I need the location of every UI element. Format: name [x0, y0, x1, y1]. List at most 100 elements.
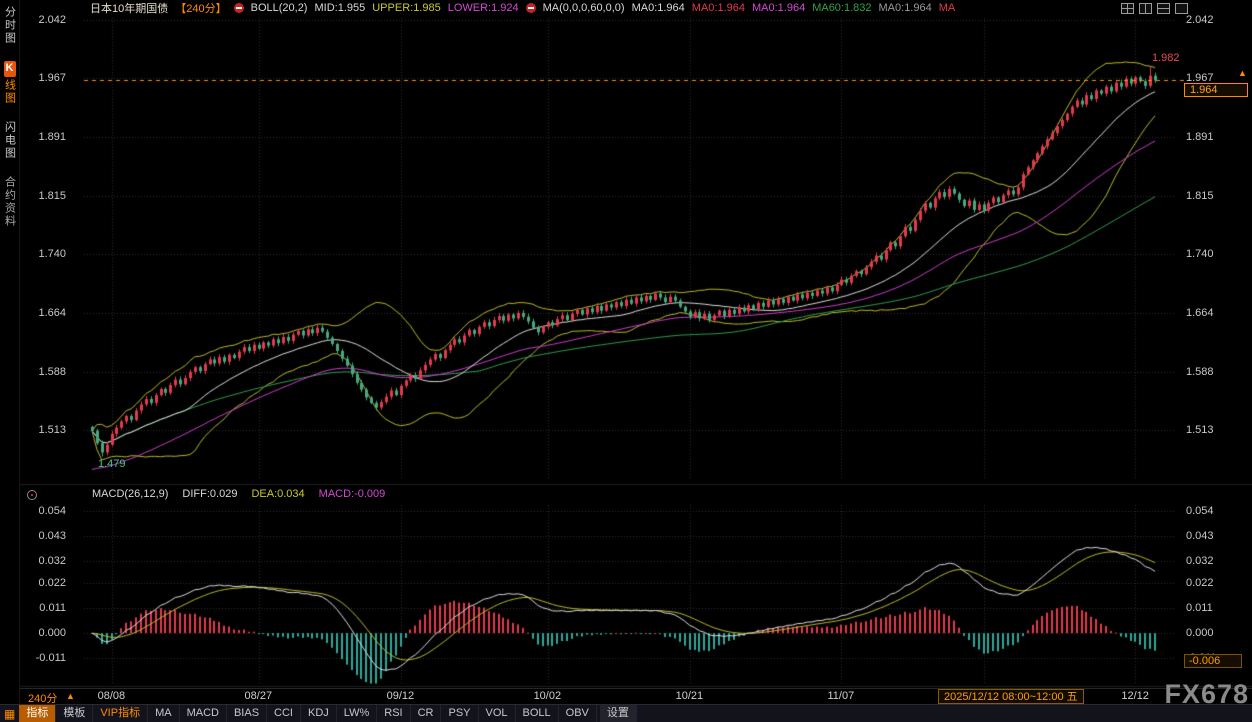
macd-tick-label: 0.032	[1186, 555, 1214, 567]
candlestick-macd-chart[interactable]	[20, 16, 1252, 688]
period-badge[interactable]: 【240分】	[175, 0, 226, 16]
macd-pane-menu-icon[interactable]	[27, 490, 37, 500]
price-tick-label: 1.967	[28, 72, 66, 84]
period-up-arrow-icon: ▲	[66, 691, 75, 701]
x-axis-date-label: 10/02	[534, 690, 562, 702]
price-tick-label: 1.664	[28, 307, 66, 319]
tab-cr[interactable]: CR	[411, 705, 442, 722]
period-selector[interactable]: 240分	[28, 690, 57, 706]
boll-lower-value: LOWER:1.924	[448, 2, 519, 14]
macd-tick-label: 0.032	[28, 555, 66, 567]
ma-value: MA0:1.964	[692, 2, 745, 14]
chart-type-sidebar: 分时图 K 线图 闪电图 合约资料	[0, 0, 20, 704]
ma-value: MA0:1.964	[752, 2, 805, 14]
macd-params-label: MACD(26,12,9)	[92, 488, 168, 500]
time-axis-bar: 240分 ▲ 08/08 08/27 09/12 10/02 10/21 11/07 12/…	[20, 688, 1252, 704]
price-tick-label: 1.891	[28, 131, 66, 143]
boll-mid-value: MID:1.955	[314, 2, 365, 14]
macd-tick-label: 0.054	[28, 505, 66, 517]
price-tick-label: 1.513	[1186, 424, 1214, 436]
price-tick-label: 1.513	[28, 424, 66, 436]
ma-label: MA(0,0,0,60,0,0)	[543, 2, 625, 14]
indicator-toolbar: ▦ 指标 模板 VIP指标 MA MACD BIAS CCI KDJ LW% R…	[0, 704, 1252, 722]
price-tick-label: 2.042	[1186, 14, 1214, 26]
tab-templates[interactable]: 模板	[56, 705, 93, 722]
sidebar-item-kline-chart[interactable]: K 线图	[2, 61, 18, 105]
price-up-arrow-icon: ▲	[1238, 68, 1247, 78]
macd-tick-label: 0.022	[28, 577, 66, 589]
macd-tick-label: 0.000	[1186, 627, 1214, 639]
boll-label: BOLL(20,2)	[251, 2, 308, 14]
x-axis-date-label: 09/12	[387, 690, 415, 702]
chart-main-panel: 日本10年期国债 【240分】 BOLL(20,2) MID:1.955 UPP…	[20, 0, 1252, 704]
kline-k-badge: K	[4, 61, 16, 77]
price-tick-label: 1.740	[1186, 248, 1214, 260]
macd-tick-label: 0.000	[28, 627, 66, 639]
macd-tick-label: -0.011	[28, 652, 66, 664]
sidebar-item-contract-info[interactable]: 合约资料	[2, 176, 18, 228]
layout-hsplit-icon[interactable]	[1157, 3, 1170, 14]
chart-area: 2.0422.0421.9671.9671.8911.8911.8151.815…	[20, 16, 1252, 688]
tab-ma[interactable]: MA	[148, 705, 180, 722]
x-axis-date-label: 10/21	[676, 690, 704, 702]
tab-settings[interactable]: 设置	[600, 705, 637, 722]
ma-value: MA0:1.964	[879, 2, 932, 14]
macd-tick-label: 0.011	[28, 602, 66, 614]
sidebar-item-label: 线图	[4, 79, 16, 105]
tab-lw[interactable]: LW%	[337, 705, 377, 722]
macd-tick-label: 0.011	[1186, 602, 1213, 614]
price-tick-label: 2.042	[28, 14, 66, 26]
fx678-watermark: FX678	[1164, 679, 1249, 710]
tab-indicators[interactable]: 指标	[19, 705, 56, 722]
macd-dea-value: DEA:0.034	[251, 488, 304, 500]
price-tick-label: 1.815	[1186, 190, 1214, 202]
macd-macd-value: MACD:-0.009	[319, 488, 386, 500]
period-menu-icon[interactable]	[234, 3, 244, 13]
macd-tick-label: 0.043	[1186, 530, 1214, 542]
indicator-grid-icon[interactable]: ▦	[0, 707, 19, 721]
tab-vip-indicators[interactable]: VIP指标	[93, 705, 148, 722]
layout-icons-group	[1121, 3, 1188, 14]
trading-app-window: 分时图 K 线图 闪电图 合约资料 日本10年期国债 【240分】 BOLL(20…	[0, 0, 1252, 722]
x-axis-date-label: 12/12	[1121, 690, 1149, 702]
tab-obv[interactable]: OBV	[559, 705, 597, 722]
indicator-topbar: 日本10年期国债 【240分】 BOLL(20,2) MID:1.955 UPP…	[20, 0, 1252, 16]
ma-value: MA60:1.832	[812, 2, 871, 14]
ma-value: MA0:1.964	[632, 2, 685, 14]
price-tick-label: 1.664	[1186, 307, 1214, 319]
x-axis-date-label: 11/07	[827, 690, 854, 702]
session-low-label: 1.479	[98, 458, 126, 470]
x-axis-date-label: 08/08	[98, 690, 126, 702]
sidebar-item-lightning-chart[interactable]: 闪电图	[2, 121, 18, 160]
layout-single-icon[interactable]	[1175, 3, 1188, 14]
macd-tick-label: 0.054	[1186, 505, 1214, 517]
price-tick-label: 1.740	[28, 248, 66, 260]
tab-macd[interactable]: MACD	[180, 705, 227, 722]
layout-vsplit-icon[interactable]	[1139, 3, 1152, 14]
ma-menu-icon[interactable]	[526, 3, 536, 13]
last-price-box: 1.964	[1184, 83, 1248, 97]
sidebar-item-time-chart[interactable]: 分时图	[2, 6, 18, 45]
tab-kdj[interactable]: KDJ	[301, 705, 337, 722]
tab-rsi[interactable]: RSI	[377, 705, 410, 722]
price-tick-label: 1.815	[28, 190, 66, 202]
tab-bias[interactable]: BIAS	[227, 705, 267, 722]
instrument-title: 日本10年期国债	[90, 0, 168, 16]
macd-tick-label: 0.043	[28, 530, 66, 542]
tab-boll[interactable]: BOLL	[516, 705, 559, 722]
ma-value: MA	[939, 2, 956, 14]
macd-diff-value: DIFF:0.029	[182, 488, 237, 500]
macd-tick-label: 0.022	[1186, 577, 1214, 589]
macd-header: MACD(26,12,9) DIFF:0.029 DEA:0.034 MACD:…	[92, 488, 385, 500]
boll-upper-value: UPPER:1.985	[372, 2, 440, 14]
current-session-label: 2025/12/12 08:00~12:00 五	[938, 689, 1084, 704]
session-high-label: 1.982	[1152, 52, 1180, 64]
tab-cci[interactable]: CCI	[267, 705, 301, 722]
top-region: 分时图 K 线图 闪电图 合约资料 日本10年期国债 【240分】 BOLL(20…	[0, 0, 1252, 704]
tab-psy[interactable]: PSY	[441, 705, 478, 722]
x-axis-date-label: 08/27	[245, 690, 273, 702]
layout-grid-icon[interactable]	[1121, 3, 1134, 14]
tab-vol[interactable]: VOL	[479, 705, 516, 722]
price-tick-label: 1.588	[28, 366, 66, 378]
macd-last-value-box: -0.006	[1184, 654, 1242, 668]
